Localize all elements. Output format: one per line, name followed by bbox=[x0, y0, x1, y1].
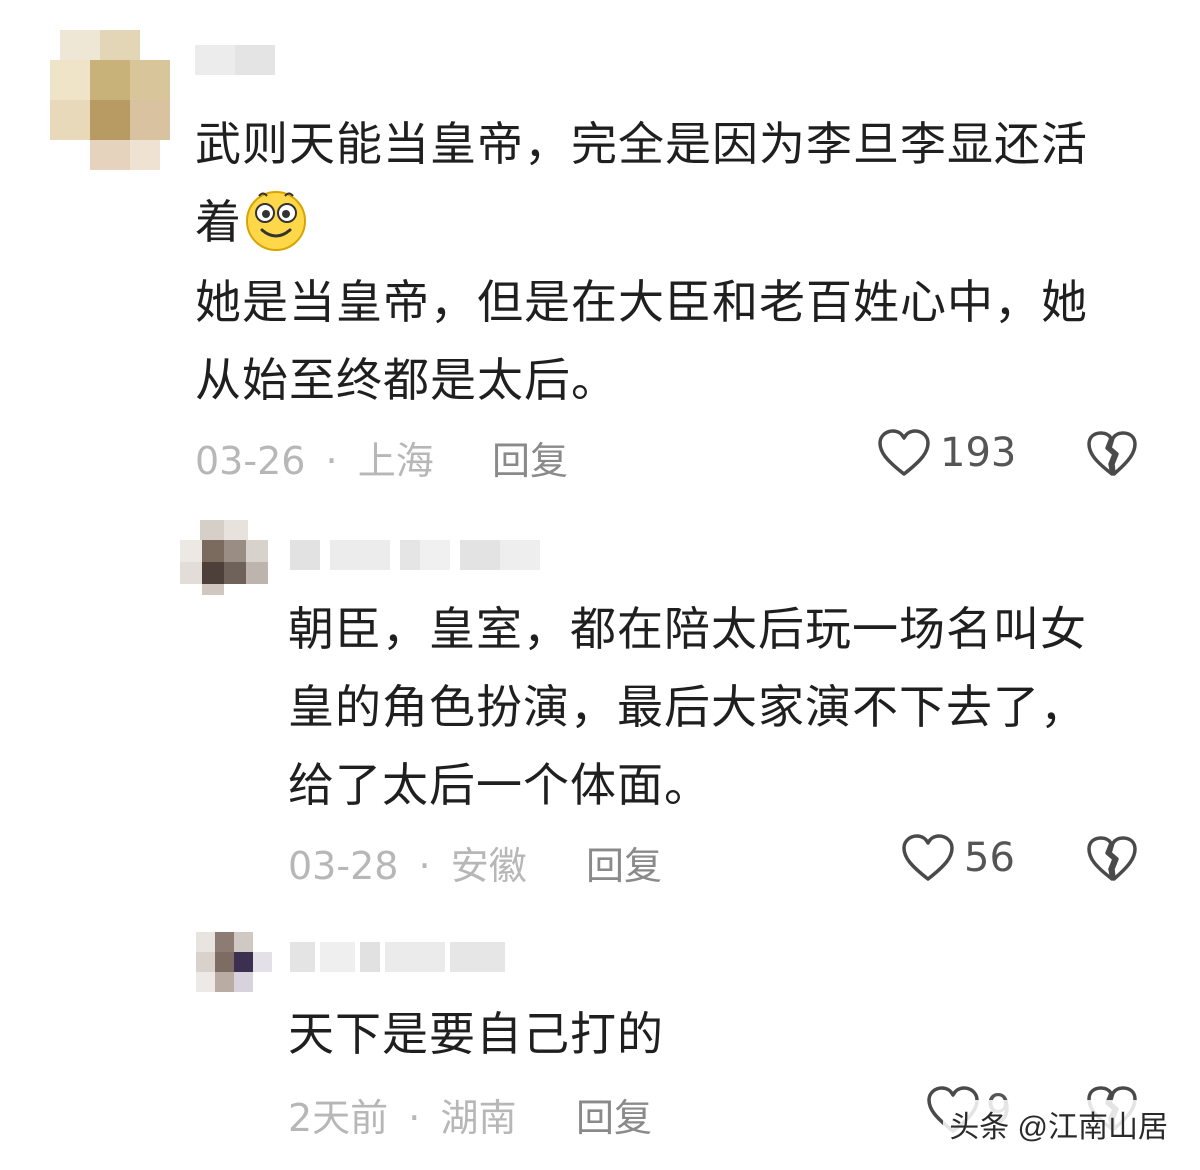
like-count: 56 bbox=[964, 835, 1015, 881]
smile-emoji-icon bbox=[246, 191, 306, 251]
reply-button[interactable]: 回复 bbox=[586, 835, 662, 890]
username-blurred[interactable] bbox=[195, 45, 275, 75]
meta-separator: · bbox=[418, 844, 431, 888]
heart-outline-icon[interactable] bbox=[900, 833, 956, 883]
watermark: 头条 @江南山居 bbox=[943, 1100, 1174, 1148]
broken-heart-icon[interactable] bbox=[1085, 430, 1139, 478]
reply-button[interactable]: 回复 bbox=[492, 430, 568, 485]
comment-date: 03-26 bbox=[195, 439, 306, 483]
broken-heart-icon[interactable] bbox=[1085, 835, 1139, 883]
username-blurred[interactable] bbox=[290, 942, 505, 972]
avatar[interactable] bbox=[196, 932, 272, 992]
comment-meta: 2天前 · 湖南 bbox=[288, 1087, 516, 1142]
avatar[interactable] bbox=[50, 30, 170, 170]
comment-text: 朝臣，皇室，都在陪太后玩一场名叫女 bbox=[288, 602, 1087, 656]
meta-separator: · bbox=[325, 439, 338, 483]
comment-text: 着 bbox=[195, 195, 242, 249]
like-count: 193 bbox=[940, 430, 1017, 476]
username-blurred[interactable] bbox=[290, 540, 540, 570]
reply-button[interactable]: 回复 bbox=[576, 1087, 652, 1142]
comment-text: 皇的角色扮演，最后大家演不下去了， bbox=[288, 680, 1087, 734]
heart-outline-icon[interactable] bbox=[876, 428, 932, 478]
comment-date: 03-28 bbox=[288, 844, 399, 888]
comment-meta: 03-26 · 上海 bbox=[195, 430, 434, 485]
comment-date: 2天前 bbox=[288, 1096, 389, 1140]
avatar[interactable] bbox=[180, 520, 272, 595]
comment-location: 安徽 bbox=[450, 844, 527, 888]
meta-separator: · bbox=[408, 1096, 421, 1140]
comment-meta: 03-28 · 安徽 bbox=[288, 835, 527, 890]
comment-location: 上海 bbox=[357, 439, 434, 483]
comment-text: 武则天能当皇帝，完全是因为李旦李显还活 bbox=[195, 117, 1088, 171]
comment-text: 给了太后一个体面。 bbox=[288, 758, 711, 812]
comment-text: 从始至终都是太后。 bbox=[195, 353, 618, 407]
comment-text: 她是当皇帝，但是在大臣和老百姓心中，她 bbox=[195, 275, 1088, 329]
comment-text: 天下是要自己打的 bbox=[288, 1007, 664, 1061]
comment-location: 湖南 bbox=[440, 1096, 517, 1140]
